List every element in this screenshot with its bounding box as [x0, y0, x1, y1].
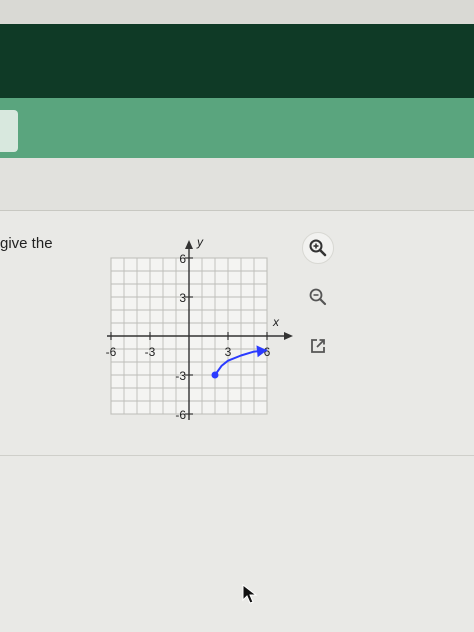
y-tick-label: 3 — [179, 291, 186, 305]
y-axis-label: y — [196, 235, 204, 249]
mouse-pointer-icon — [242, 583, 258, 604]
x-axis-label: x — [272, 315, 280, 329]
zoom-out-icon — [309, 288, 327, 306]
y-tick-label: -6 — [175, 408, 186, 422]
x-axis-arrow — [284, 332, 293, 340]
series-start-point — [211, 371, 219, 379]
open-external-icon — [311, 339, 325, 353]
y-axis-arrow — [185, 240, 193, 249]
x-tick-label: -3 — [145, 345, 156, 359]
zoom-in-icon — [309, 239, 327, 257]
x-tick-label: -6 — [106, 345, 117, 359]
y-tick-label: 6 — [179, 252, 186, 266]
open-external-button[interactable] — [302, 330, 334, 362]
y-tick-label: -3 — [175, 369, 186, 383]
zoom-in-button[interactable] — [302, 232, 334, 264]
x-tick-label: 3 — [225, 345, 232, 359]
zoom-out-button[interactable] — [302, 281, 334, 313]
coordinate-graph: -6 -3 3 6 6 3 -3 -6 x y — [106, 235, 293, 422]
